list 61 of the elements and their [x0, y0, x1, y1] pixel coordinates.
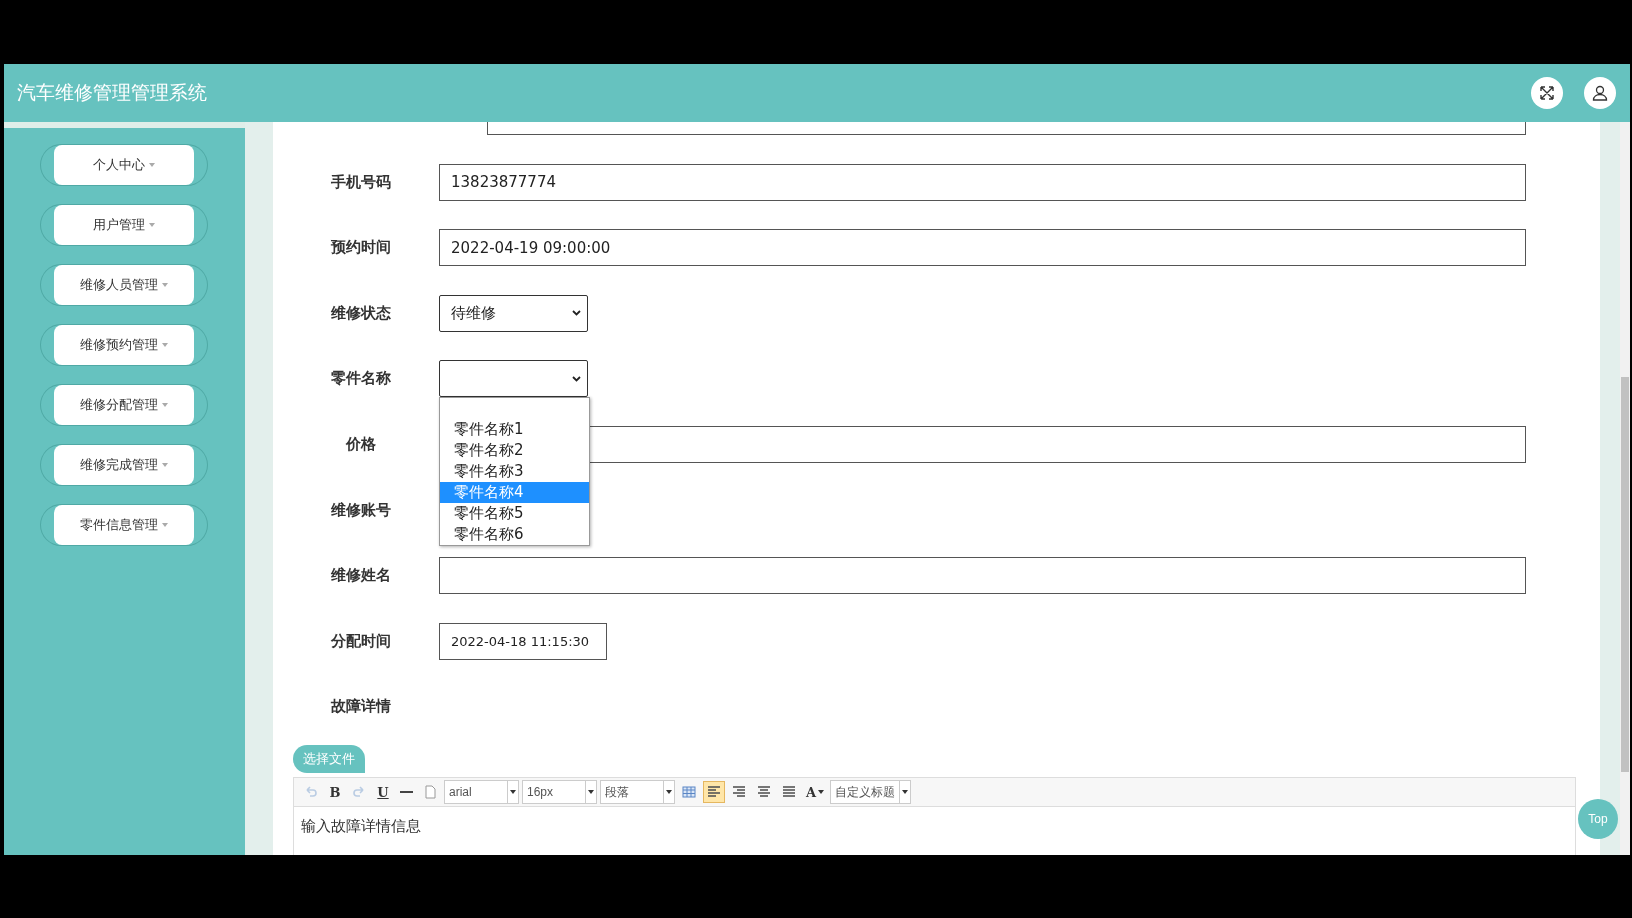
sidebar-item[interactable]: 维修人员管理: [40, 264, 208, 306]
field-label: 维修姓名: [330, 566, 392, 586]
toolbar-dropdown[interactable]: 段落: [600, 780, 675, 805]
sidebar-item[interactable]: 维修预约管理: [40, 324, 208, 366]
rich-text-editor[interactable]: B U arial 16px 段落 A 自定义标题 输入故障详情信息: [293, 777, 1576, 855]
caret-icon: [162, 343, 168, 347]
dropdown-option[interactable]: 零件名称6: [440, 524, 589, 546]
dropdown-option[interactable]: 零件名称3: [440, 461, 589, 483]
caret-icon: [818, 790, 825, 795]
dropdown-option[interactable]: 零件名称5: [440, 503, 589, 525]
caret-icon: [510, 790, 516, 795]
caret-icon: [149, 163, 155, 167]
select-field[interactable]: 待维修: [439, 294, 588, 332]
user-icon: [1591, 84, 1609, 102]
input-field[interactable]: 2022-04-19 09:00:00: [439, 229, 1526, 267]
chevron-down-icon: [572, 375, 581, 382]
user-button[interactable]: [1584, 77, 1616, 109]
caret-icon: [162, 403, 168, 407]
table-icon: [681, 784, 697, 801]
field-label: 零件名称: [330, 369, 392, 389]
underline-button[interactable]: U: [373, 781, 393, 804]
bold-button[interactable]: B: [325, 781, 345, 804]
field-label: 分配时间: [330, 631, 392, 651]
caret-icon: [902, 790, 909, 795]
input-field[interactable]: [439, 557, 1526, 595]
toolbar-dropdown[interactable]: arial: [444, 780, 519, 805]
font-color-button[interactable]: A: [803, 781, 828, 804]
field-label: 价格: [345, 434, 377, 454]
toolbar-button[interactable]: [703, 781, 725, 804]
chevron-down-icon: [572, 310, 581, 317]
sidebar-item[interactable]: 个人中心: [40, 144, 208, 186]
sidebar-item[interactable]: 用户管理: [40, 204, 208, 246]
field-label: 手机号码: [330, 172, 392, 192]
sidebar-item[interactable]: 维修完成管理: [40, 444, 208, 486]
input-field[interactable]: 13823877774: [439, 163, 1526, 201]
sidebar-item[interactable]: 零件信息管理: [40, 504, 208, 546]
app-title: 汽车维修管理管理系统: [17, 80, 208, 105]
caret-icon: [162, 283, 168, 287]
field-label: 预约时间: [330, 238, 392, 258]
caret-icon: [162, 463, 168, 467]
field-label: 维修账号: [330, 500, 392, 520]
input-field[interactable]: 2022-04-18 11:15:30: [439, 622, 607, 660]
horizontal-rule-icon: [399, 791, 413, 794]
editor-placeholder: 输入故障详情信息: [300, 816, 422, 838]
caret-icon: [666, 790, 672, 795]
caret-icon: [162, 523, 168, 527]
field-label: 维修状态: [330, 303, 392, 323]
field-label: 故障详情: [329, 697, 392, 717]
dropdown-option[interactable]: 零件名称2: [440, 440, 589, 462]
caret-icon: [149, 223, 155, 227]
toolbar-dropdown[interactable]: 自定义标题: [830, 780, 912, 805]
fullscreen-button[interactable]: [1531, 77, 1563, 109]
select-field[interactable]: [439, 360, 588, 398]
caret-icon: [588, 790, 594, 795]
sidebar-item[interactable]: 维修分配管理: [40, 384, 208, 426]
page-icon: [422, 784, 438, 801]
expand-icon: [1538, 84, 1556, 102]
scrollbar[interactable]: [1620, 122, 1630, 855]
toolbar-dropdown[interactable]: 16px: [522, 780, 597, 805]
input-field[interactable]: [487, 122, 1526, 135]
dropdown-option[interactable]: 零件名称1: [440, 419, 589, 441]
